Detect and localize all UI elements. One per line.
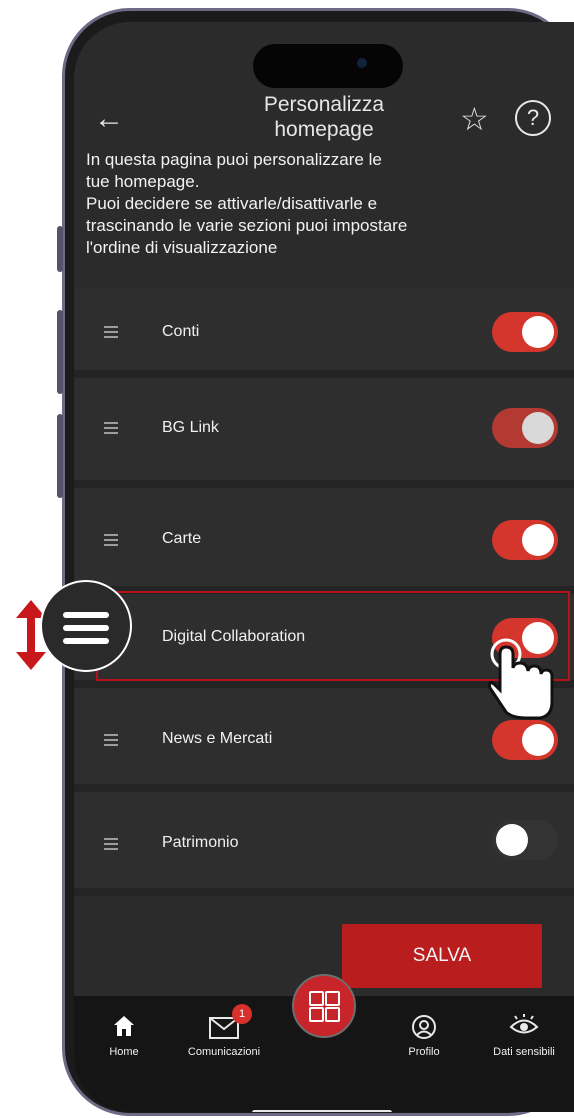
- phone-side-button: [57, 414, 63, 498]
- back-arrow-icon[interactable]: ←: [94, 102, 124, 136]
- home-icon: [74, 1014, 174, 1042]
- grid-icon: [309, 991, 340, 1022]
- section-toggle[interactable]: [492, 720, 558, 760]
- help-icon[interactable]: ?: [515, 100, 551, 136]
- section-label: News e Mercati: [162, 730, 273, 747]
- drag-handle-icon[interactable]: [104, 838, 118, 853]
- section-row-conti[interactable]: Conti: [74, 288, 574, 378]
- nav-item-comunicazioni[interactable]: 1 Comunicazioni: [174, 1004, 274, 1058]
- drag-arrow-shaft: [27, 615, 35, 655]
- section-toggle[interactable]: [492, 520, 558, 560]
- notification-badge: 1: [232, 1004, 252, 1024]
- section-label: Conti: [162, 323, 200, 340]
- section-toggle[interactable]: [492, 408, 558, 448]
- nav-label: Dati sensibili: [493, 1046, 555, 1058]
- nav-label: Profilo: [408, 1046, 440, 1058]
- nav-label: Home: [109, 1046, 139, 1058]
- section-label: Digital Collaboration: [162, 628, 306, 645]
- arrow-down-icon: [16, 652, 46, 670]
- section-row-bg-link[interactable]: BG Link: [74, 378, 574, 488]
- phone-side-button: [57, 226, 63, 272]
- phone-side-button: [57, 310, 63, 394]
- nav-label: Comunicazioni: [187, 1046, 261, 1058]
- mail-icon: 1: [174, 1004, 274, 1042]
- nav-item-profilo[interactable]: Profilo: [374, 1014, 474, 1058]
- dynamic-island: [253, 44, 403, 88]
- drag-handle-icon[interactable]: [104, 734, 118, 749]
- nav-item-home[interactable]: Home: [74, 1014, 174, 1058]
- drag-handle-icon[interactable]: [104, 534, 118, 549]
- section-label: Patrimonio: [162, 834, 239, 851]
- section-label: Carte: [162, 530, 202, 547]
- star-icon[interactable]: ☆: [460, 100, 489, 138]
- app-screen: ← Personalizza homepage ☆ ? In questa pa…: [74, 22, 574, 1112]
- tap-hand-icon: [488, 638, 554, 720]
- drag-handle-callout-icon[interactable]: [40, 580, 132, 672]
- drag-handle-icon[interactable]: [104, 422, 118, 437]
- section-toggle[interactable]: [492, 312, 558, 352]
- home-indicator: [252, 1110, 392, 1112]
- bottom-nav: Home 1 Comunicazioni Profilo Dati sensib…: [74, 974, 574, 1112]
- nav-item-dati-sensibili[interactable]: Dati sensibili: [474, 1014, 574, 1058]
- drag-handle-icon[interactable]: [104, 326, 118, 341]
- save-button[interactable]: SALVA: [342, 924, 542, 988]
- section-label: BG Link: [162, 419, 219, 436]
- page-title: Personalizza homepage: [263, 93, 385, 141]
- section-row-patrimonio[interactable]: Patrimonio: [74, 792, 574, 896]
- apps-menu-button[interactable]: [292, 974, 356, 1038]
- intro-text: In questa pagina puoi personalizzare le …: [86, 150, 408, 257]
- profile-icon: [374, 1014, 474, 1042]
- eye-icon: [474, 1014, 574, 1042]
- section-toggle[interactable]: [492, 820, 558, 860]
- section-row-carte[interactable]: Carte: [74, 488, 574, 594]
